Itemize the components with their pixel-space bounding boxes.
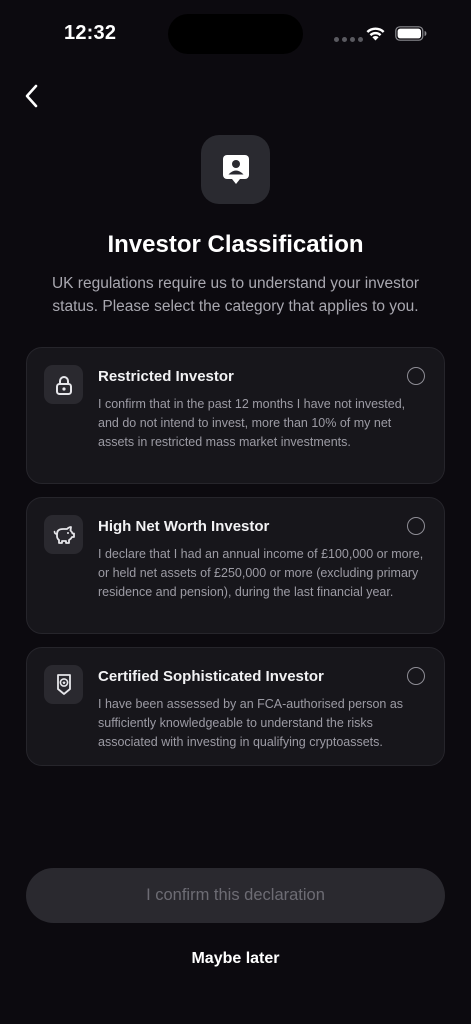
lock-icon [44, 365, 83, 404]
option-high-net-worth-investor[interactable]: High Net Worth Investor I declare that I… [26, 497, 445, 634]
page-title: Investor Classification [107, 231, 364, 258]
contact-card-icon [201, 135, 270, 204]
back-button[interactable] [16, 80, 48, 112]
cellular-signal-icon [334, 37, 363, 42]
maybe-later-button[interactable]: Maybe later [0, 950, 471, 968]
investor-classification-screen: 12:32 Investor Classification UK regulat… [0, 0, 471, 1024]
dynamic-island [168, 14, 303, 54]
option-title: Certified Sophisticated Investor [98, 668, 324, 685]
status-time: 12:32 [64, 22, 117, 44]
option-description: I have been assessed by an FCA-authorise… [98, 697, 404, 749]
wifi-icon [366, 27, 385, 41]
option-description: I declare that I had an annual income of… [98, 547, 424, 599]
page-subtitle: UK regulations require us to understand … [51, 275, 420, 315]
radio-button[interactable] [407, 517, 425, 535]
radio-button[interactable] [407, 367, 425, 385]
chevron-left-icon [25, 84, 38, 108]
award-badge-icon [44, 665, 83, 704]
piggy-bank-icon [44, 515, 83, 554]
option-title: Restricted Investor [98, 368, 234, 385]
option-restricted-investor[interactable]: Restricted Investor I confirm that in th… [26, 347, 445, 484]
radio-button[interactable] [407, 667, 425, 685]
battery-icon [395, 26, 427, 41]
option-description: I confirm that in the past 12 months I h… [98, 397, 406, 449]
option-certified-sophisticated-investor[interactable]: Certified Sophisticated Investor I have … [26, 647, 445, 766]
option-title: High Net Worth Investor [98, 518, 270, 535]
confirm-declaration-button[interactable]: I confirm this declaration [26, 868, 445, 923]
